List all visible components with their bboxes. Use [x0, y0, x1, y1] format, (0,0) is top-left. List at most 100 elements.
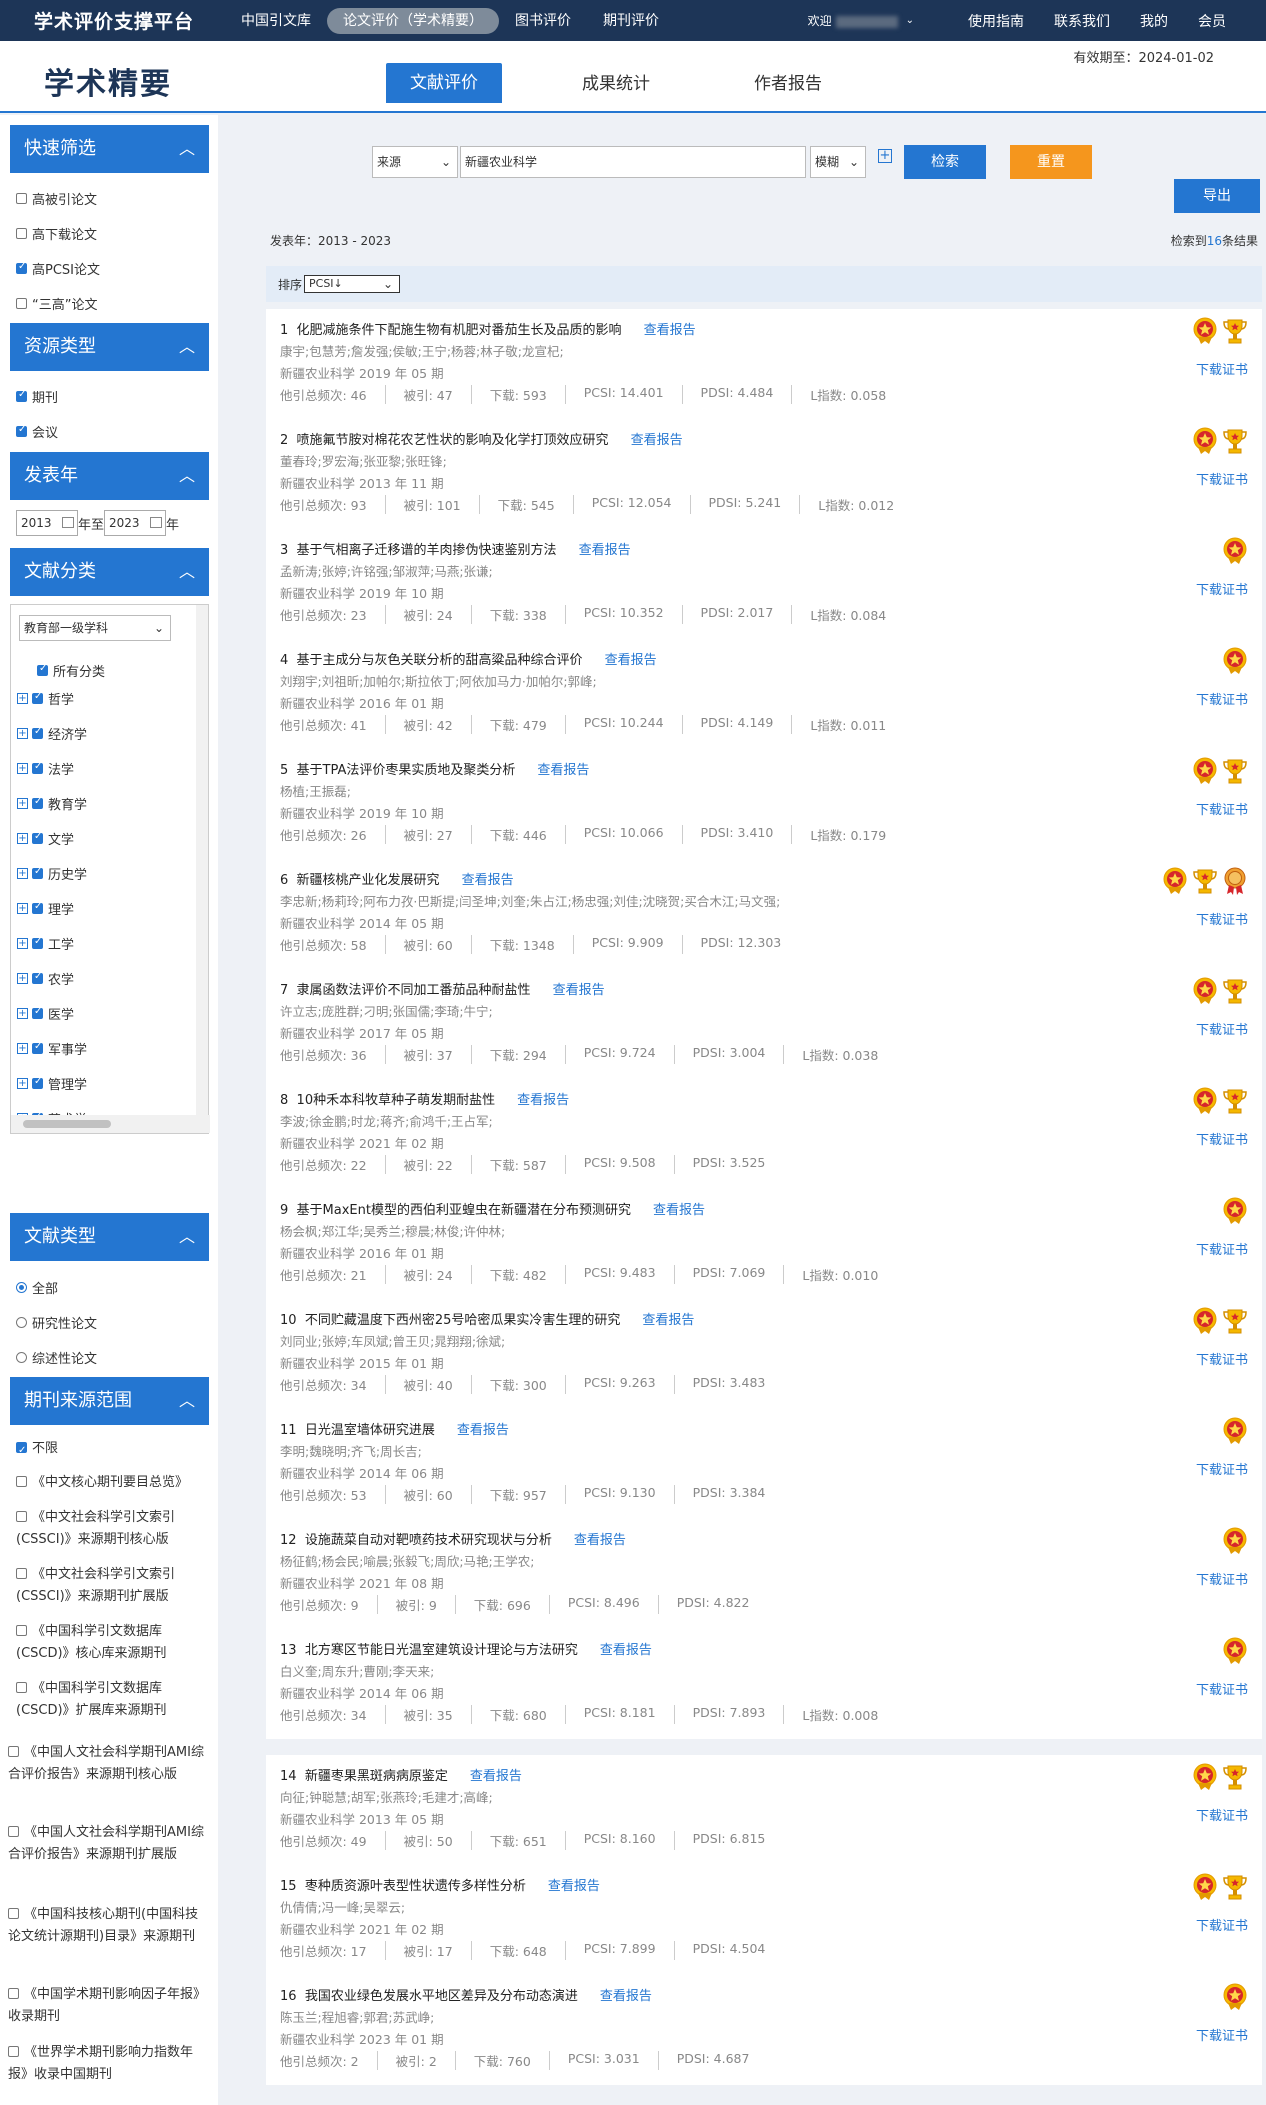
download-cert-link[interactable]: 下载证书 — [1196, 1019, 1248, 1038]
checkbox[interactable] — [16, 1476, 27, 1487]
view-report-link[interactable]: 查看报告 — [517, 1093, 569, 1108]
view-report-link[interactable]: 查看报告 — [600, 1643, 652, 1658]
chevron-down-icon[interactable]: ⌄ — [906, 15, 914, 26]
calendar-icon[interactable] — [150, 517, 163, 528]
checkbox[interactable] — [8, 1746, 19, 1757]
result-title[interactable]: 新疆枣果黑斑病病原鉴定 — [305, 1769, 448, 1784]
chevron-up-icon[interactable]: ︿ — [179, 548, 195, 596]
checkbox[interactable] — [8, 1988, 19, 1999]
download-cert-link[interactable]: 下载证书 — [1196, 1805, 1248, 1824]
checkbox[interactable] — [16, 389, 27, 402]
tree-node[interactable]: + 理学 — [17, 899, 74, 918]
search-field-select[interactable]: 来源 ⌄ — [372, 146, 458, 178]
reset-button[interactable]: 重置 — [1010, 145, 1092, 179]
expand-icon[interactable]: + — [17, 973, 28, 984]
expand-icon[interactable]: + — [17, 1043, 28, 1054]
expand-icon[interactable]: + — [17, 903, 28, 914]
download-cert-link[interactable]: 下载证书 — [1196, 359, 1248, 378]
view-report-link[interactable]: 查看报告 — [579, 543, 631, 558]
tree-node[interactable]: + 管理学 — [17, 1074, 87, 1093]
search-input[interactable]: 新疆农业科学 — [460, 146, 806, 178]
sort-select[interactable]: PCSI↓ ⌄ — [304, 275, 401, 293]
year-from-input[interactable]: 2013 — [16, 510, 78, 536]
checkbox[interactable] — [32, 971, 43, 984]
section-quick-filter[interactable]: 快速筛选 ︿ — [10, 125, 209, 173]
export-button[interactable]: 导出 — [1174, 179, 1260, 213]
source-item[interactable]: 《中国科学引文数据库(CSCD)》核心库来源期刊 — [16, 1621, 206, 1665]
download-cert-link[interactable]: 下载证书 — [1196, 1129, 1248, 1148]
download-cert-link[interactable]: 下载证书 — [1196, 1915, 1248, 1934]
result-title[interactable]: 基于TPA法评价枣果实质地及聚类分析 — [297, 763, 516, 778]
result-title[interactable]: 我国农业绿色发展水平地区差异及分布动态演进 — [305, 1989, 578, 2004]
view-report-link[interactable]: 查看报告 — [553, 983, 605, 998]
radio[interactable] — [16, 1282, 27, 1293]
download-cert-link[interactable]: 下载证书 — [1196, 1459, 1248, 1478]
nav-journal-eval[interactable]: 期刊评价 — [587, 8, 675, 34]
tree-node[interactable]: + 历史学 — [17, 864, 87, 883]
nav-contact[interactable]: 联系我们 — [1054, 11, 1110, 31]
view-report-link[interactable]: 查看报告 — [537, 763, 589, 778]
tree-node[interactable]: + 工学 — [17, 934, 74, 953]
filter-conference[interactable]: 会议 — [16, 422, 58, 441]
source-item[interactable]: 《中国人文社会科学期刊AMI综合评价报告》来源期刊扩展版 — [8, 1822, 208, 1866]
download-cert-link[interactable]: 下载证书 — [1196, 1349, 1248, 1368]
view-report-link[interactable]: 查看报告 — [644, 323, 696, 338]
tree-node[interactable]: + 法学 — [17, 759, 74, 778]
view-report-link[interactable]: 查看报告 — [605, 653, 657, 668]
chevron-up-icon[interactable]: ︿ — [179, 1377, 195, 1425]
view-report-link[interactable]: 查看报告 — [462, 873, 514, 888]
tab-literature-eval[interactable]: 文献评价 — [386, 63, 502, 103]
result-title[interactable]: 不同贮藏温度下西州密25号哈密瓜果实冷害生理的研究 — [305, 1313, 621, 1328]
checkbox[interactable] — [32, 761, 43, 774]
download-cert-link[interactable]: 下载证书 — [1196, 1679, 1248, 1698]
tree-node[interactable]: + 经济学 — [17, 724, 87, 743]
section-classification[interactable]: 文献分类 ︿ — [10, 548, 209, 596]
platform-brand[interactable]: 学术评价支撑平台 — [0, 7, 225, 34]
discipline-select[interactable]: 教育部一级学科 ⌄ — [19, 615, 171, 641]
checkbox[interactable] — [16, 1682, 27, 1693]
download-cert-link[interactable]: 下载证书 — [1196, 579, 1248, 598]
scrollbar-thumb[interactable] — [23, 1120, 111, 1128]
expand-icon[interactable]: + — [17, 728, 28, 739]
welcome-user[interactable]: 欢迎 — [808, 12, 898, 29]
checkbox[interactable] — [16, 228, 27, 239]
match-mode-select[interactable]: 模糊 ⌄ — [810, 146, 866, 178]
download-cert-link[interactable]: 下载证书 — [1196, 799, 1248, 818]
checkbox[interactable] — [16, 261, 27, 274]
filter-high-cited[interactable]: 高被引论文 — [16, 189, 97, 208]
doctype-research[interactable]: 研究性论文 — [16, 1313, 97, 1332]
tree-node[interactable]: + 医学 — [17, 1004, 74, 1023]
result-title[interactable]: 枣种质资源叶表型性状遗传多样性分析 — [305, 1879, 526, 1894]
radio[interactable] — [16, 1317, 27, 1328]
filter-journal[interactable]: 期刊 — [16, 387, 58, 406]
expand-icon[interactable]: + — [17, 798, 28, 809]
expand-icon[interactable]: + — [17, 693, 28, 704]
add-condition-icon[interactable]: + — [878, 149, 892, 163]
search-button[interactable]: 检索 — [904, 145, 986, 179]
checkbox[interactable] — [32, 796, 43, 809]
source-item[interactable]: 《中国科技核心期刊(中国科技论文统计源期刊)目录》来源期刊 — [8, 1904, 208, 1948]
nav-mine[interactable]: 我的 — [1140, 11, 1168, 31]
result-title[interactable]: 设施蔬菜自动对靶喷药技术研究现状与分析 — [305, 1533, 552, 1548]
calendar-icon[interactable] — [62, 517, 74, 528]
checkbox[interactable] — [8, 1908, 19, 1919]
result-title[interactable]: 10种禾本科牧草种子萌发期耐盐性 — [297, 1093, 496, 1108]
view-report-link[interactable]: 查看报告 — [574, 1533, 626, 1548]
section-resource-type[interactable]: 资源类型 ︿ — [10, 323, 209, 371]
checkbox[interactable] — [32, 901, 43, 914]
view-report-link[interactable]: 查看报告 — [600, 1989, 652, 2004]
checkbox[interactable] — [16, 424, 27, 437]
nav-guide[interactable]: 使用指南 — [968, 11, 1024, 31]
expand-icon[interactable]: + — [17, 1008, 28, 1019]
download-cert-link[interactable]: 下载证书 — [1196, 1239, 1248, 1258]
result-title[interactable]: 新疆核桃产业化发展研究 — [297, 873, 440, 888]
chevron-up-icon[interactable]: ︿ — [179, 323, 195, 371]
checkbox[interactable] — [32, 1006, 43, 1019]
section-pub-year[interactable]: 发表年 ︿ — [10, 452, 209, 500]
source-item[interactable]: 《世界学术期刊影响力指数年报》收录中国期刊 — [8, 2042, 208, 2086]
view-report-link[interactable]: 查看报告 — [457, 1423, 509, 1438]
source-item[interactable]: 《中文社会科学引文索引(CSSCI)》来源期刊扩展版 — [16, 1564, 206, 1608]
checkbox[interactable] — [37, 663, 48, 676]
result-title[interactable]: 基于主成分与灰色关联分析的甜高粱品种综合评价 — [297, 653, 583, 668]
checkbox[interactable] — [8, 2046, 19, 2057]
